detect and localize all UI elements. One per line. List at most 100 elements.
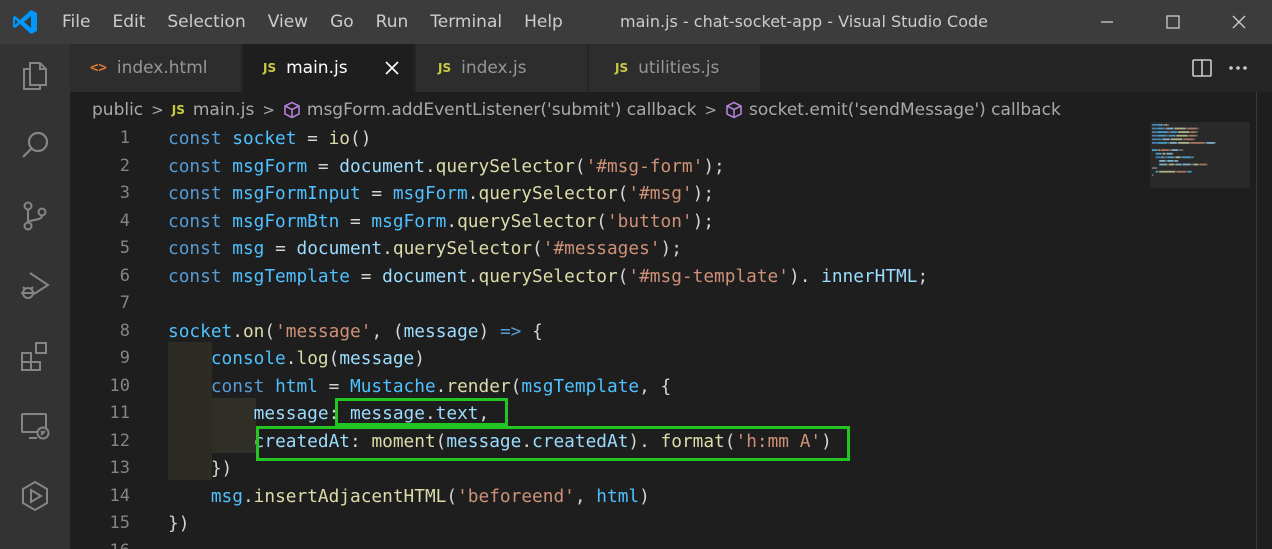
line-number: 7 xyxy=(119,293,130,313)
menu-selection[interactable]: Selection xyxy=(156,0,256,44)
minimap-token xyxy=(1173,127,1175,130)
minimap-token xyxy=(1181,149,1184,151)
minimap-token xyxy=(1152,138,1158,141)
minimap-token xyxy=(1174,163,1176,166)
line-number: 4 xyxy=(119,210,130,231)
line-number: 11 xyxy=(109,403,130,423)
activity-bar xyxy=(0,44,70,549)
activity-search[interactable] xyxy=(0,116,70,176)
minimap-token xyxy=(1186,170,1188,173)
minimap-token xyxy=(1158,170,1159,173)
code-token: . xyxy=(242,485,254,507)
tab-index-js[interactable]: JS index.js xyxy=(416,44,588,92)
minimap-token xyxy=(1190,142,1204,144)
code-line[interactable]: 2 const msgForm = document.querySelector(… xyxy=(70,153,1272,181)
activity-remote-explorer[interactable] xyxy=(0,396,70,456)
code-line[interactable]: 5 const msg = document.querySelector('#me… xyxy=(70,235,1272,263)
minimap-token xyxy=(1167,124,1169,126)
menu-help[interactable]: Help xyxy=(513,0,574,44)
method-cube-icon xyxy=(284,101,300,119)
html-file-icon: <> xyxy=(90,60,107,76)
code-token: log xyxy=(296,348,329,369)
js-file-icon: JS xyxy=(171,103,185,117)
activity-explorer[interactable] xyxy=(0,46,70,106)
code-token: io xyxy=(328,128,351,149)
code-token: html xyxy=(275,375,318,397)
code-token: console xyxy=(210,348,286,369)
menu-view[interactable]: View xyxy=(257,0,319,44)
minimap-token xyxy=(1193,163,1199,166)
code-token: '#msg' xyxy=(628,183,693,204)
code-token: . xyxy=(467,265,479,287)
menu-run[interactable]: Run xyxy=(365,0,420,44)
tab-utilities-js[interactable]: JS utilities.js xyxy=(589,44,761,92)
minimap-token xyxy=(1183,138,1194,141)
minimap-token xyxy=(1196,134,1198,137)
tab-index-html[interactable]: <> index.html xyxy=(70,44,242,92)
close-window-button[interactable] xyxy=(1216,0,1262,44)
tab-close-button[interactable] xyxy=(382,58,402,78)
more-actions-button[interactable] xyxy=(1220,44,1256,92)
maximize-button[interactable] xyxy=(1150,0,1196,44)
code-line[interactable]: 3 const msgFormInput = msgForm.querySelec… xyxy=(70,180,1272,208)
code-line[interactable]: 1 const socket = io() xyxy=(70,128,1272,153)
code-text: msg.insertAdjacentHTML('beforeend', html… xyxy=(168,483,650,511)
code-token: = xyxy=(360,183,393,204)
activity-source-control[interactable] xyxy=(0,186,70,246)
code-token: message xyxy=(339,348,415,369)
minimap-token xyxy=(1165,152,1167,155)
minimap-token xyxy=(1159,160,1166,162)
minimap-token xyxy=(1178,160,1179,162)
minimap-token xyxy=(1162,152,1166,155)
code-line[interactable]: 9 console.log(message) xyxy=(70,345,1272,373)
menu-go[interactable]: Go xyxy=(319,0,365,44)
breadcrumb-folder[interactable]: public xyxy=(92,100,143,120)
code-token: => xyxy=(499,320,522,342)
activity-extensions[interactable] xyxy=(0,326,70,386)
breadcrumb-file[interactable]: JS main.js xyxy=(172,100,255,120)
minimap-token xyxy=(1160,149,1161,151)
breadcrumb: public > JS main.js > msgForm.addEventLi… xyxy=(70,92,1272,128)
code-editor[interactable]: 1 const socket = io() 2 const msgForm = doc… xyxy=(70,128,1272,549)
code-line[interactable]: 7 xyxy=(70,290,1272,318)
minimap-token xyxy=(1199,163,1207,166)
code-line[interactable]: 6 const msgTemplate = document.querySelec… xyxy=(70,263,1272,291)
extensions-icon xyxy=(21,342,47,371)
code-line[interactable]: 11 message: message.text, xyxy=(70,400,1272,428)
minimap-token xyxy=(1170,131,1177,133)
line-number: 8 xyxy=(119,320,130,341)
code-line[interactable]: 10 const html = Mustache.render(msgTempl… xyxy=(70,373,1272,401)
menu-edit[interactable]: Edit xyxy=(101,0,156,44)
code-token: msgForm xyxy=(392,183,468,204)
minimap-token xyxy=(1177,131,1178,133)
js-file-icon: JS xyxy=(263,61,277,75)
code-line[interactable]: 8 socket.on('message', (message) => { xyxy=(70,318,1272,346)
code-token: ( xyxy=(596,210,607,232)
highlight-box xyxy=(256,426,850,461)
split-editor-button[interactable] xyxy=(1184,44,1220,92)
minimap-token xyxy=(1159,170,1176,173)
minimap[interactable] xyxy=(1150,122,1250,188)
menu-terminal[interactable]: Terminal xyxy=(419,0,513,44)
code-line[interactable]: 15}) xyxy=(70,510,1272,538)
code-line[interactable]: 14 msg.insertAdjacentHTML('beforeend', h… xyxy=(70,483,1272,511)
code-token: msgFormInput xyxy=(232,183,361,204)
minimize-button[interactable] xyxy=(1084,0,1130,44)
code-line[interactable]: 4 const msgFormBtn = msgForm.querySelecto… xyxy=(70,208,1272,236)
breadcrumb-symbol-label: socket.emit('sendMessage') callback xyxy=(749,100,1061,120)
code-text: const msgFormInput = msgForm.querySelect… xyxy=(168,180,714,208)
menu-file[interactable]: File xyxy=(51,0,101,44)
breadcrumb-symbol-1[interactable]: msgForm.addEventListener('submit') callb… xyxy=(283,100,696,120)
code-token: Mustache xyxy=(350,375,436,397)
activity-run-debug[interactable] xyxy=(0,256,70,316)
code-line[interactable]: 16 xyxy=(70,538,1272,549)
code-token: ); xyxy=(692,210,715,232)
activity-live-share[interactable] xyxy=(0,466,70,526)
tab-main-js[interactable]: JS main.js xyxy=(243,44,415,92)
code-token: const xyxy=(168,128,233,149)
breadcrumb-symbol-2[interactable]: socket.emit('sendMessage') callback xyxy=(725,100,1061,120)
minimap-token xyxy=(1169,134,1176,137)
line-number: 5 xyxy=(119,238,130,258)
vscode-logo-icon xyxy=(13,10,37,34)
